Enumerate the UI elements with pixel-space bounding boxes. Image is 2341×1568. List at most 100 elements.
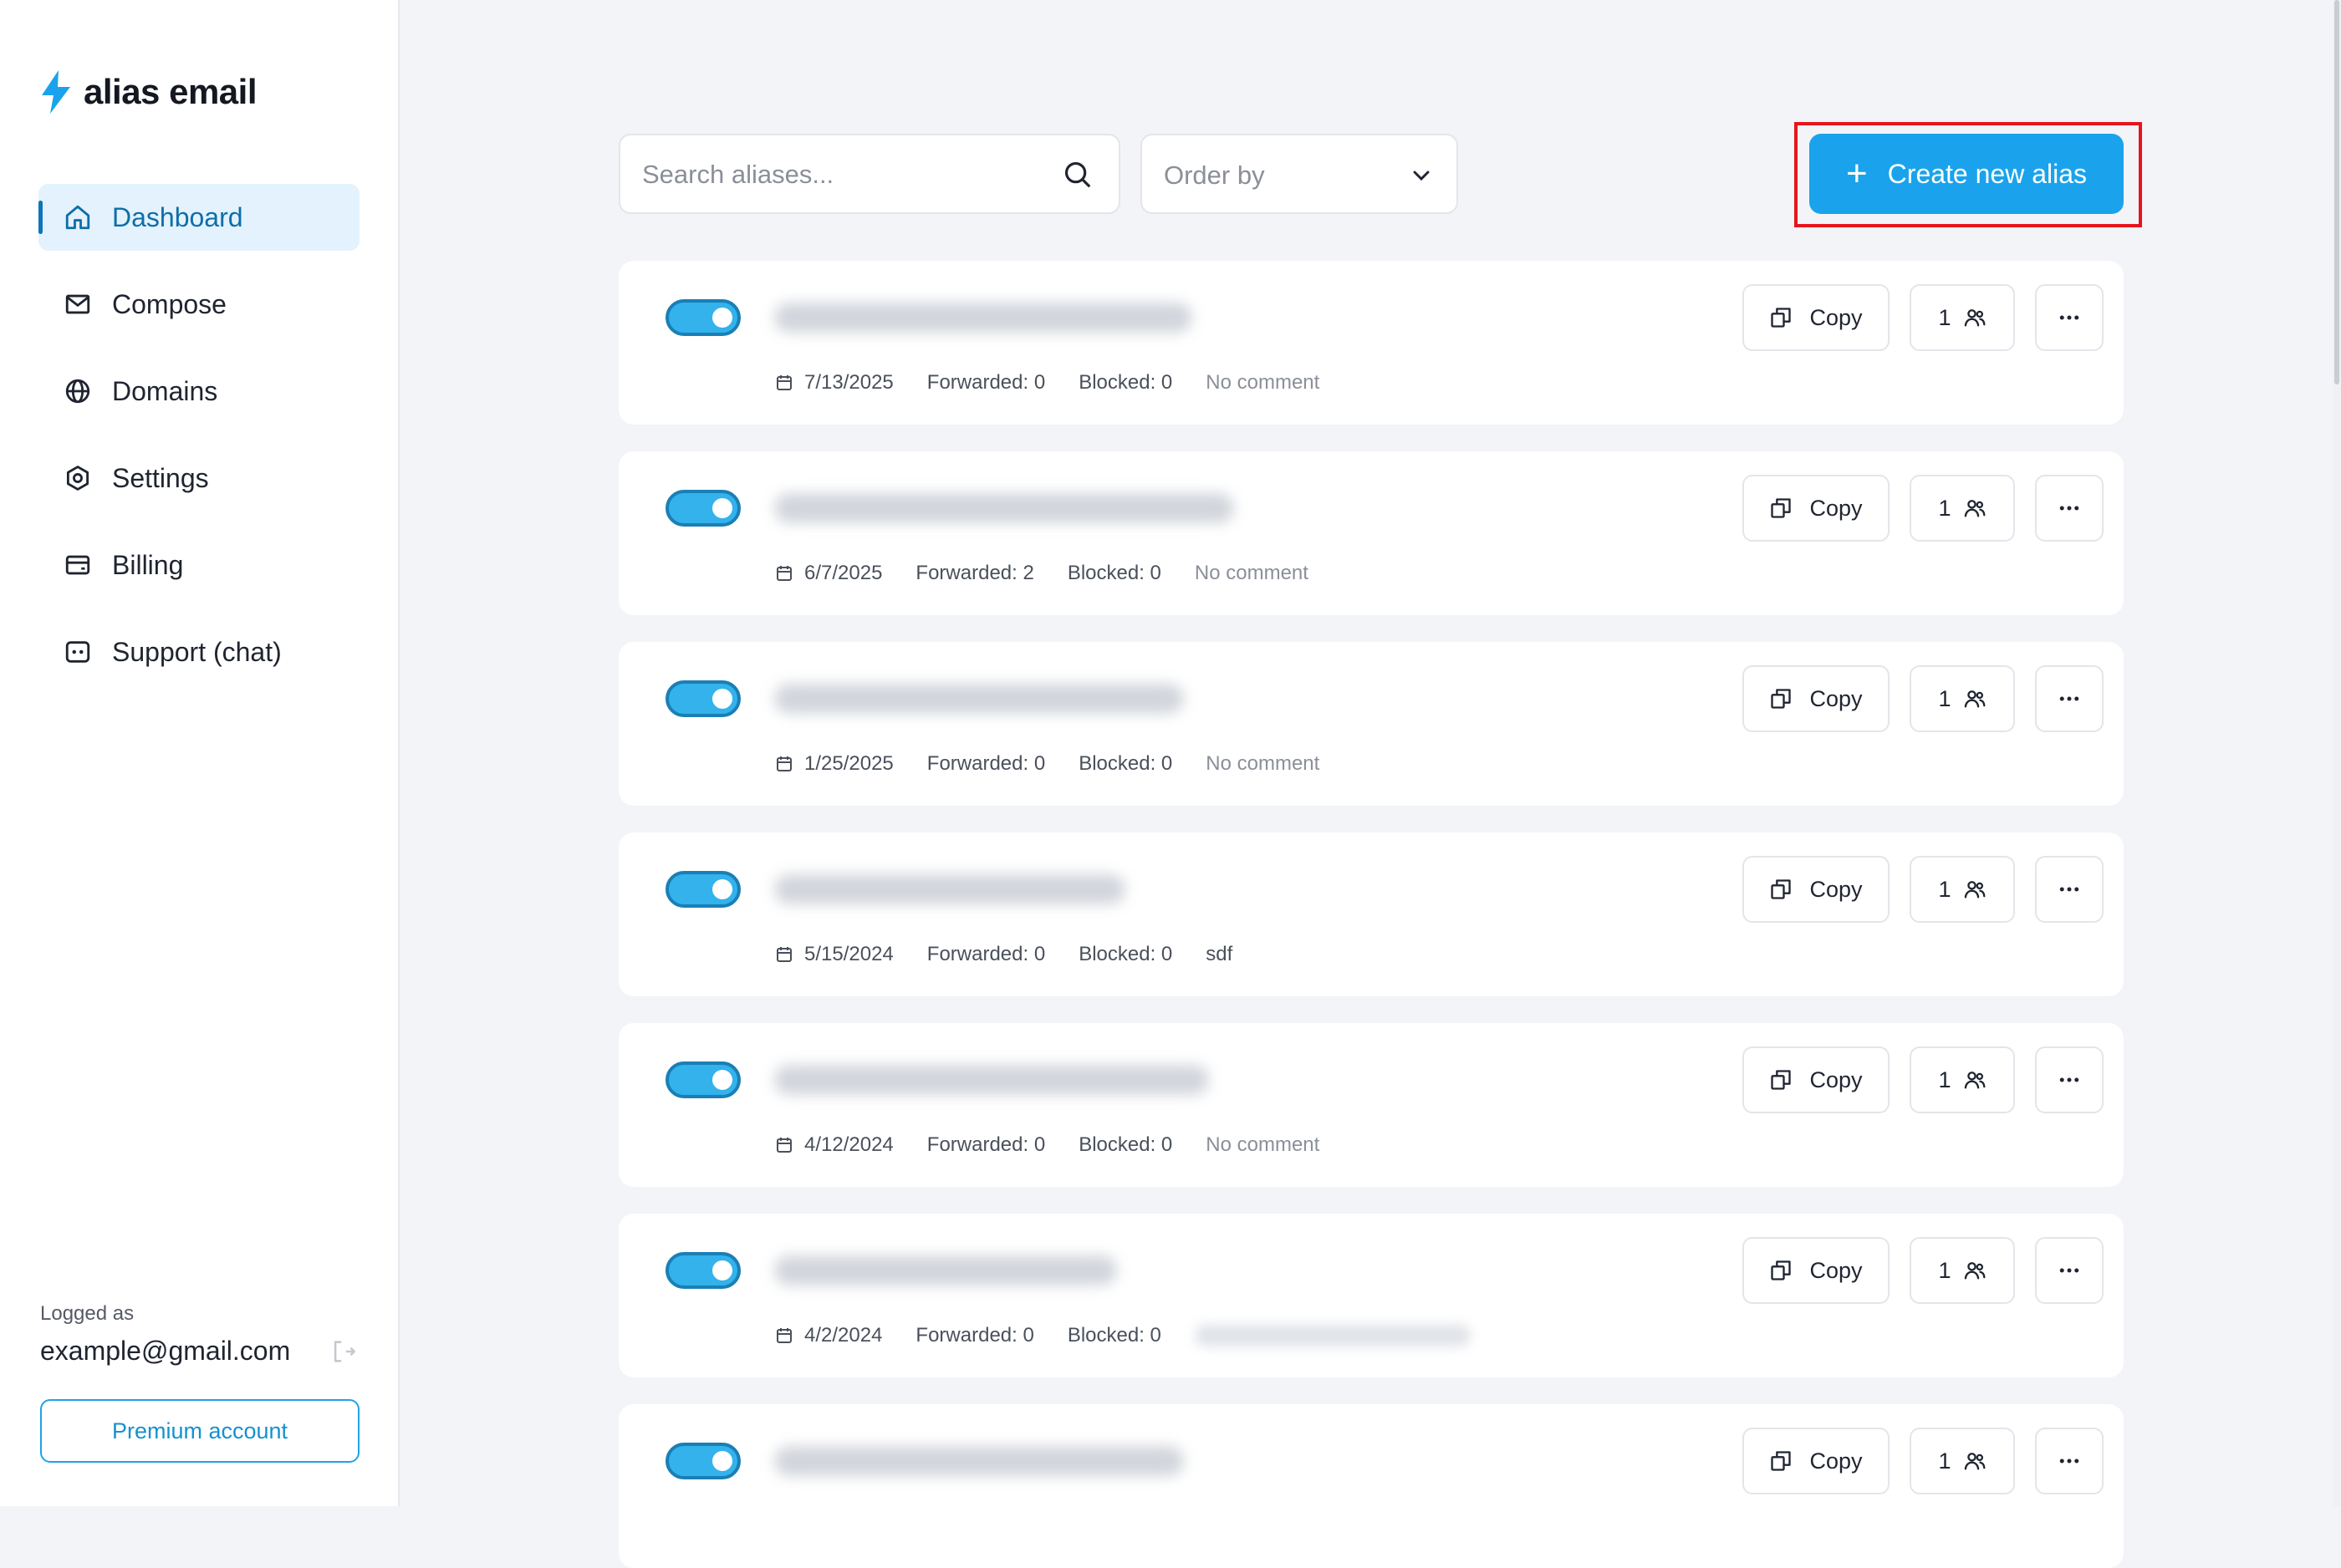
copy-label: Copy — [1809, 304, 1863, 330]
sidebar-item-domains[interactable]: Domains — [38, 358, 360, 425]
alias-comment: No comment — [1206, 1133, 1320, 1156]
copy-button[interactable]: Copy — [1742, 1428, 1890, 1494]
copy-icon — [1771, 308, 1792, 328]
more-horizontal-icon — [2059, 1459, 2079, 1464]
search-icon[interactable] — [1062, 159, 1094, 191]
chevron-down-icon — [1413, 171, 1430, 181]
recipients-count: 1 — [1938, 304, 1951, 330]
forwarded-count: Forwarded: 0 — [926, 1133, 1046, 1156]
alias-card: 6/7/2025 Forwarded: 2 Blocked: 0 No comment… — [619, 451, 2124, 615]
scrollbar-thumb[interactable] — [2334, 0, 2339, 384]
recipients-count: 1 — [1938, 1257, 1951, 1283]
more-options-button[interactable] — [2035, 1237, 2104, 1304]
alias-enabled-toggle[interactable] — [666, 490, 741, 527]
copy-label: Copy — [1809, 685, 1863, 711]
order-by-select[interactable]: Order by — [1140, 134, 1458, 214]
copy-button[interactable]: Copy — [1742, 1237, 1890, 1304]
alias-enabled-toggle[interactable] — [666, 871, 741, 908]
user-email: example@gmail.com — [40, 1336, 291, 1366]
gear-icon — [64, 464, 92, 492]
more-options-button[interactable] — [2035, 284, 2104, 351]
copy-icon — [1771, 1451, 1792, 1471]
users-icon — [1964, 309, 1985, 327]
recipients-button[interactable]: 1 — [1910, 1428, 2015, 1494]
copy-button[interactable]: Copy — [1742, 475, 1890, 542]
alias-enabled-toggle[interactable] — [666, 299, 741, 336]
sidebar-item-label: Compose — [112, 288, 227, 319]
alias-card: 7/13/2025 Forwarded: 0 Blocked: 0 No commen… — [619, 261, 2124, 425]
logo[interactable]: alias email — [38, 70, 257, 114]
alias-meta: 4/2/2024 Forwarded: 0 Blocked: 0 — [774, 1324, 1471, 1347]
calendar-icon — [777, 1138, 792, 1153]
copy-icon — [1771, 879, 1792, 899]
more-horizontal-icon — [2059, 1268, 2079, 1273]
bolt-logo-icon — [42, 70, 70, 114]
sidebar-item-settings[interactable]: Settings — [38, 445, 360, 512]
sidebar-item-compose[interactable]: Compose — [38, 271, 360, 338]
copy-icon — [1771, 1070, 1792, 1090]
mail-icon — [64, 290, 92, 318]
more-options-button[interactable] — [2035, 1046, 2104, 1113]
blocked-count: Blocked: 0 — [1079, 943, 1173, 965]
users-icon — [1964, 1453, 1985, 1470]
copy-label: Copy — [1809, 1448, 1863, 1474]
sidebar-item-support[interactable]: Support (chat) — [38, 619, 360, 685]
alias-enabled-toggle[interactable] — [666, 680, 741, 717]
copy-button[interactable]: Copy — [1742, 665, 1890, 732]
premium-account-button[interactable]: Premium account — [40, 1399, 360, 1463]
logout-icon[interactable] — [329, 1337, 358, 1366]
brand-name: alias email — [84, 72, 257, 111]
more-options-button[interactable] — [2035, 1428, 2104, 1494]
alias-comment: sdf — [1206, 943, 1233, 965]
more-options-button[interactable] — [2035, 475, 2104, 542]
forwarded-count: Forwarded: 2 — [915, 562, 1034, 584]
recipients-count: 1 — [1938, 1067, 1951, 1092]
create-new-alias-button[interactable]: + Create new alias — [1809, 134, 2124, 214]
sidebar-item-billing[interactable]: Billing — [38, 532, 360, 598]
alias-date: 1/25/2025 — [804, 752, 894, 775]
alias-date: 4/2/2024 — [804, 1324, 883, 1347]
search-box — [619, 134, 1120, 214]
forwarded-count: Forwarded: 0 — [915, 1324, 1034, 1347]
blocked-count: Blocked: 0 — [1067, 1324, 1161, 1347]
sidebar: alias email Dashboard Compose Domains Se… — [0, 0, 400, 1506]
alias-address-redacted — [774, 1446, 1184, 1476]
recipients-button[interactable]: 1 — [1910, 665, 2015, 732]
users-icon — [1964, 500, 1985, 517]
alias-enabled-toggle[interactable] — [666, 1252, 741, 1289]
recipients-button[interactable]: 1 — [1910, 856, 2015, 923]
wallet-icon — [64, 551, 92, 579]
alias-comment: No comment — [1206, 752, 1320, 775]
users-icon — [1964, 690, 1985, 708]
blocked-count: Blocked: 0 — [1079, 371, 1173, 394]
copy-button[interactable]: Copy — [1742, 1046, 1890, 1113]
calendar-icon — [777, 566, 792, 581]
recipients-button[interactable]: 1 — [1910, 475, 2015, 542]
recipients-button[interactable]: 1 — [1910, 1046, 2015, 1113]
alias-enabled-toggle[interactable] — [666, 1443, 741, 1479]
recipients-count: 1 — [1938, 1448, 1951, 1474]
create-button-label: Create new alias — [1887, 158, 2088, 189]
alias-date: 7/13/2025 — [804, 371, 894, 394]
forwarded-count: Forwarded: 0 — [926, 371, 1046, 394]
copy-button[interactable]: Copy — [1742, 856, 1890, 923]
alias-enabled-toggle[interactable] — [666, 1061, 741, 1098]
more-options-button[interactable] — [2035, 665, 2104, 732]
calendar-icon — [777, 1328, 792, 1343]
alias-address-redacted — [774, 1065, 1209, 1095]
users-icon — [1964, 881, 1985, 899]
recipients-button[interactable]: 1 — [1910, 284, 2015, 351]
alias-card: 4/12/2024 Forwarded: 0 Blocked: 0 No commen… — [619, 1023, 2124, 1187]
forwarded-count: Forwarded: 0 — [926, 943, 1046, 965]
chat-icon — [64, 638, 92, 666]
copy-label: Copy — [1809, 495, 1863, 521]
recipients-button[interactable]: 1 — [1910, 1237, 2015, 1304]
sidebar-item-label: Domains — [112, 375, 218, 406]
search-input[interactable] — [640, 135, 1045, 214]
copy-button[interactable]: Copy — [1742, 284, 1890, 351]
alias-address-redacted — [774, 303, 1192, 333]
more-options-button[interactable] — [2035, 856, 2104, 923]
alias-address-redacted — [774, 493, 1234, 523]
alias-card: 5/15/2024 Forwarded: 0 Blocked: 0 sdf Copy 1 — [619, 832, 2124, 996]
sidebar-item-dashboard[interactable]: Dashboard — [38, 184, 360, 251]
